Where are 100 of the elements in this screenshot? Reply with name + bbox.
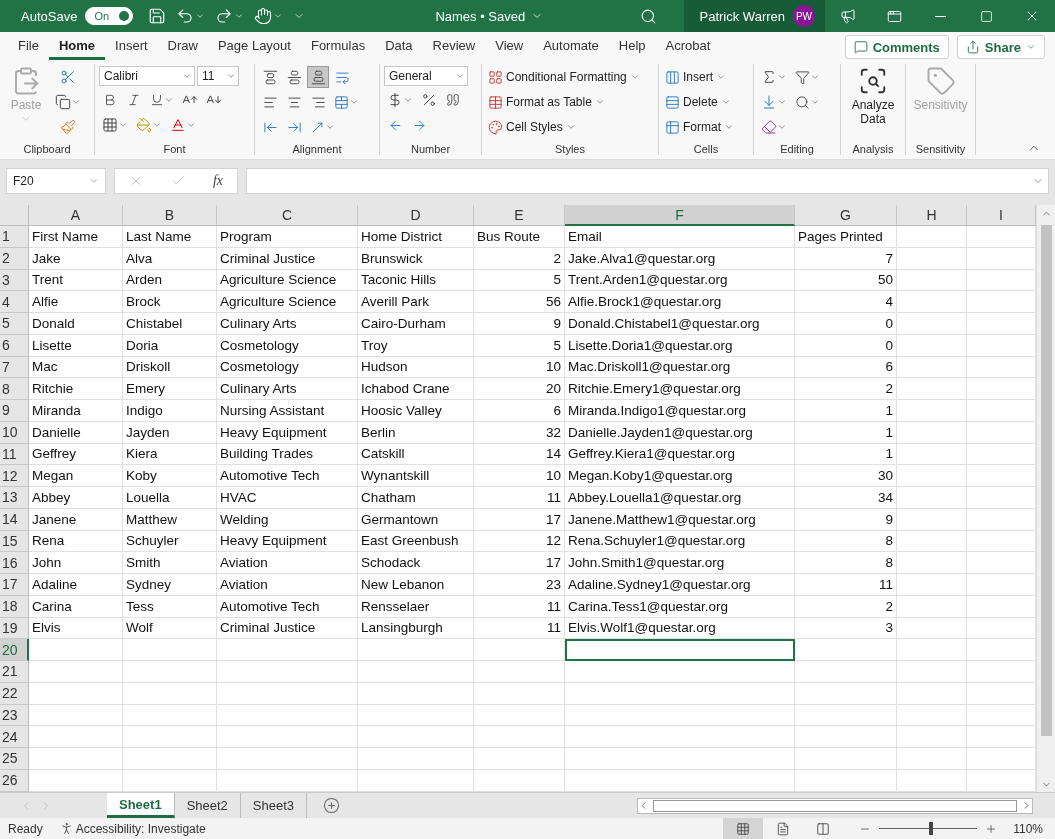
table-cell[interactable] <box>474 704 565 727</box>
table-cell[interactable]: Rensselaer <box>358 595 474 618</box>
table-cell[interactable]: 6 <box>474 400 565 422</box>
row-header[interactable]: 11 <box>0 443 29 466</box>
ribbon-tab[interactable]: Acrobat <box>655 34 721 60</box>
styles-button[interactable]: Format as Table <box>486 91 642 113</box>
row-header[interactable]: 9 <box>0 400 29 422</box>
table-cell[interactable] <box>358 726 474 748</box>
table-cell[interactable]: 2 <box>795 378 897 400</box>
table-cell[interactable]: East Greenbush <box>358 530 474 553</box>
table-cell[interactable]: Carina <box>29 595 123 618</box>
table-cell[interactable] <box>217 748 358 770</box>
table-cell[interactable]: Adaline <box>29 574 123 596</box>
table-cell[interactable]: Elvis <box>29 617 123 640</box>
column-header[interactable]: H <box>897 205 967 226</box>
table-cell[interactable] <box>358 704 474 727</box>
table-cell[interactable]: Abbey <box>29 487 123 509</box>
ribbon-tab[interactable]: File <box>8 34 49 60</box>
row-header[interactable]: 4 <box>0 291 29 313</box>
table-cell[interactable]: Emery <box>123 378 217 400</box>
table-cell[interactable]: Heavy Equipment <box>217 421 358 444</box>
document-title[interactable]: Names • Saved <box>430 0 549 32</box>
table-cell[interactable]: Alfie <box>29 291 123 313</box>
column-header[interactable]: A <box>29 205 123 226</box>
row-header[interactable]: 15 <box>0 530 29 553</box>
table-cell[interactable]: Rena.Schuyler1@questar.org <box>565 530 795 553</box>
table-cell[interactable]: 17 <box>474 552 565 574</box>
table-cell[interactable]: 4 <box>795 291 897 313</box>
table-cell[interactable] <box>897 595 967 618</box>
table-cell[interactable] <box>795 682 897 705</box>
table-cell[interactable] <box>565 748 795 770</box>
table-cell[interactable]: Lisette <box>29 334 123 357</box>
row-header[interactable]: 16 <box>0 552 29 574</box>
table-cell[interactable]: Janene.Matthew1@questar.org <box>565 508 795 531</box>
table-cell[interactable]: Cosmetology <box>217 334 358 357</box>
table-cell[interactable]: Program <box>217 226 358 248</box>
table-cell[interactable]: Culinary Arts <box>217 378 358 400</box>
table-cell[interactable] <box>897 508 967 531</box>
insert-function-button[interactable]: fx <box>212 173 223 189</box>
table-cell[interactable] <box>474 748 565 770</box>
ribbon-tab[interactable]: Automate <box>533 34 609 60</box>
table-cell[interactable] <box>897 291 967 313</box>
table-cell[interactable]: Elvis.Wolf1@questar.org <box>565 617 795 640</box>
table-cell[interactable]: Janene <box>29 508 123 531</box>
table-cell[interactable]: 11 <box>474 487 565 509</box>
comments-button[interactable]: Comments <box>844 35 949 59</box>
table-cell[interactable]: Chatham <box>358 487 474 509</box>
table-cell[interactable] <box>358 639 474 661</box>
table-cell[interactable]: 10 <box>474 356 565 379</box>
table-cell[interactable] <box>474 661 565 683</box>
table-cell[interactable] <box>29 661 123 683</box>
table-cell[interactable] <box>897 269 967 292</box>
table-cell[interactable]: Danielle <box>29 421 123 444</box>
table-cell[interactable] <box>123 661 217 683</box>
table-cell[interactable] <box>795 748 897 770</box>
font-size-dropdown[interactable]: 11 <box>197 66 239 86</box>
row-header[interactable]: 13 <box>0 487 29 509</box>
table-cell[interactable]: Email <box>565 226 795 248</box>
table-cell[interactable]: Trent <box>29 269 123 292</box>
table-cell[interactable] <box>897 378 967 400</box>
table-cell[interactable] <box>123 726 217 748</box>
table-cell[interactable]: Megan <box>29 465 123 487</box>
table-cell[interactable] <box>565 769 795 792</box>
table-cell[interactable]: 1 <box>795 443 897 466</box>
table-cell[interactable]: Brunswick <box>358 247 474 270</box>
table-cell[interactable]: 20 <box>474 378 565 400</box>
table-cell[interactable]: 23 <box>474 574 565 596</box>
table-cell[interactable] <box>897 704 967 727</box>
cells-button[interactable]: Insert <box>663 66 736 88</box>
row-header[interactable]: 23 <box>0 704 29 727</box>
table-cell[interactable] <box>358 769 474 792</box>
table-cell[interactable]: Catskill <box>358 443 474 466</box>
table-cell[interactable]: Cosmetology <box>217 356 358 379</box>
table-cell[interactable]: Koby <box>123 465 217 487</box>
column-header[interactable]: D <box>358 205 474 226</box>
table-cell[interactable] <box>123 682 217 705</box>
table-cell[interactable] <box>29 726 123 748</box>
table-cell[interactable]: 2 <box>474 247 565 270</box>
row-header[interactable]: 8 <box>0 378 29 400</box>
table-cell[interactable]: Cairo-Durham <box>358 313 474 335</box>
view-button[interactable] <box>723 818 764 839</box>
table-cell[interactable] <box>565 661 795 683</box>
styles-button[interactable]: Conditional Formatting <box>486 66 642 88</box>
table-cell[interactable]: Danielle.Jayden1@questar.org <box>565 421 795 444</box>
formula-input[interactable] <box>246 168 1049 194</box>
active-cell[interactable] <box>565 639 795 661</box>
table-cell[interactable]: 11 <box>474 595 565 618</box>
table-cell[interactable] <box>897 530 967 553</box>
horizontal-scrollbar[interactable] <box>637 797 1033 814</box>
table-cell[interactable] <box>897 574 967 596</box>
table-cell[interactable]: 8 <box>795 552 897 574</box>
row-header[interactable]: 20 <box>0 639 29 661</box>
table-cell[interactable] <box>897 726 967 748</box>
table-cell[interactable]: Welding <box>217 508 358 531</box>
table-cell[interactable]: Agriculture Science <box>217 269 358 292</box>
table-cell[interactable]: Geffrey <box>29 443 123 466</box>
table-cell[interactable]: HVAC <box>217 487 358 509</box>
table-cell[interactable]: 11 <box>474 617 565 640</box>
table-cell[interactable]: 0 <box>795 313 897 335</box>
number-format-dropdown[interactable]: General <box>384 66 468 86</box>
